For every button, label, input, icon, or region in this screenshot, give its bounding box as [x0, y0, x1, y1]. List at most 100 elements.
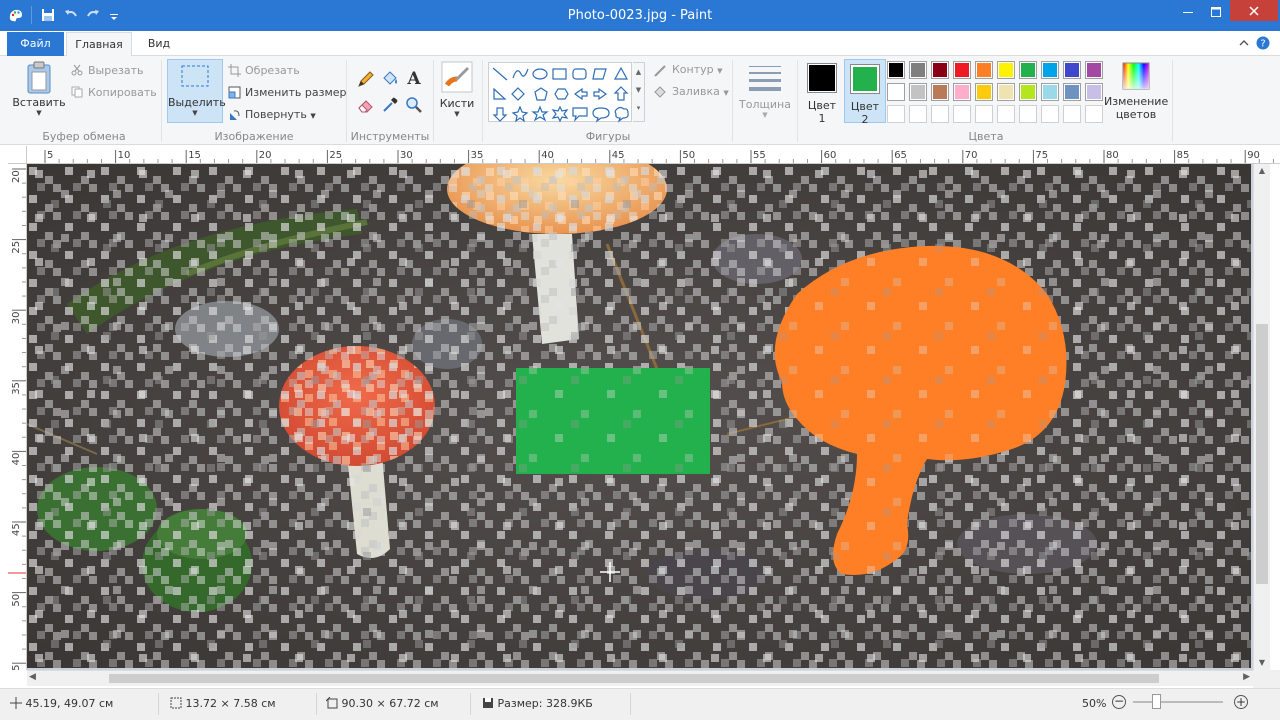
palette-swatch[interactable] [1019, 83, 1037, 101]
palette-swatch[interactable] [909, 83, 927, 101]
save-icon[interactable] [40, 7, 56, 23]
size-button[interactable]: Толщина ▼ [737, 58, 793, 124]
scroll-up-icon[interactable]: ▲ [633, 63, 644, 81]
edit-colors-button[interactable]: Изменение цветов [1104, 58, 1168, 124]
color1-label: Цвет [807, 99, 837, 112]
edit-colors-label-2: цветов [1115, 108, 1157, 121]
ruler-h-label: 45 [612, 150, 625, 161]
paste-button[interactable]: Вставить ▼ [10, 58, 68, 124]
palette-swatch[interactable] [931, 61, 949, 79]
scroll-up-arrow-icon[interactable]: ▲ [1254, 164, 1270, 178]
palette-swatch[interactable] [1019, 61, 1037, 79]
scroll-left-arrow-icon[interactable]: ◀ [29, 672, 36, 682]
select-button[interactable]: Выделить ▼ [167, 59, 226, 123]
photo-canvas[interactable] [27, 164, 1251, 668]
palette-swatch[interactable] [1085, 61, 1103, 79]
palette-swatch[interactable] [975, 83, 993, 101]
rotate-button[interactable]: Повернуть ▼ [245, 108, 316, 121]
scroll-down-icon[interactable]: ▼ [633, 81, 644, 99]
palette-swatch[interactable] [1063, 83, 1081, 101]
palette-swatch[interactable] [1085, 83, 1103, 101]
tab-file[interactable]: Файл [7, 32, 64, 56]
magnifier-icon[interactable] [405, 96, 423, 117]
palette-swatch[interactable] [887, 61, 905, 79]
palette-swatch[interactable] [909, 61, 927, 79]
copy-button[interactable]: Копировать [88, 86, 157, 99]
window-title: Photo-0023.jpg - Paint [567, 8, 713, 23]
select-dropdown-icon[interactable]: ▼ [168, 109, 222, 117]
ruler-v-label: 35 [11, 382, 22, 395]
palette-swatch[interactable] [887, 83, 905, 101]
redo-icon[interactable] [85, 7, 101, 23]
maximize-button[interactable] [1202, 2, 1230, 22]
palette-swatch[interactable] [997, 83, 1015, 101]
ruler-h-label: 70 [965, 150, 978, 161]
cut-button[interactable]: Вырезать [88, 64, 143, 77]
palette-swatch[interactable] [953, 61, 971, 79]
zoom-in-button[interactable]: + [1234, 695, 1248, 709]
horizontal-scroll-thumb[interactable] [109, 674, 1159, 683]
shapes-scroll[interactable]: ▲ ▼ ▾ [633, 62, 645, 122]
ruler-corner [8, 146, 27, 164]
zoom-slider-track[interactable] [1133, 701, 1223, 703]
status-divider [630, 693, 631, 715]
paint-app-icon[interactable] [8, 7, 24, 23]
minimize-button[interactable] [1174, 2, 1202, 22]
palette-empty-slot[interactable] [931, 105, 949, 123]
scroll-down-arrow-icon[interactable]: ▼ [1254, 656, 1270, 670]
eraser-icon[interactable] [357, 96, 375, 117]
expand-icon[interactable]: ▾ [633, 99, 644, 117]
palette-swatch[interactable] [997, 61, 1015, 79]
pencil-icon[interactable] [357, 70, 375, 91]
image-group-label: Изображение [214, 130, 294, 143]
customize-qat-icon[interactable] [106, 7, 118, 23]
text-tool-icon[interactable]: A [405, 68, 423, 91]
resize-button[interactable]: Изменить размер [245, 86, 347, 99]
palette-empty-slot[interactable] [953, 105, 971, 123]
palette-empty-slot[interactable] [1063, 105, 1081, 123]
palette-empty-slot[interactable] [1019, 105, 1037, 123]
canvas-workspace[interactable] [27, 164, 1253, 670]
palette-empty-slot[interactable] [997, 105, 1015, 123]
fill-button[interactable]: Заливка ▼ [672, 85, 729, 98]
vertical-scroll-thumb[interactable] [1256, 324, 1268, 584]
palette-swatch-fill [933, 63, 947, 77]
palette-empty-slot[interactable] [975, 105, 993, 123]
shapes-gallery[interactable] [488, 62, 632, 123]
palette-swatch[interactable] [1041, 83, 1059, 101]
tab-home[interactable]: Главная [66, 32, 132, 57]
color-picker-icon[interactable] [381, 96, 399, 117]
six-point-star-shape-icon [551, 105, 569, 123]
zoom-slider-thumb[interactable] [1152, 694, 1161, 709]
fill-bucket-icon[interactable] [381, 70, 399, 91]
palette-swatch[interactable] [953, 83, 971, 101]
shapes-group-label: Фигуры [585, 130, 631, 143]
brushes-label: Кисти [439, 97, 475, 110]
color2-button[interactable]: Цвет 2 [844, 59, 886, 126]
palette-swatch[interactable] [931, 83, 949, 101]
paste-dropdown-icon[interactable]: ▼ [10, 109, 68, 117]
undo-icon[interactable] [63, 7, 79, 23]
tab-view[interactable]: Вид [137, 32, 181, 57]
horizontal-scrollbar[interactable]: ◀ ▶ [27, 670, 1253, 686]
brushes-button[interactable]: Кисти ▼ [437, 58, 477, 124]
brushes-dropdown-icon[interactable]: ▼ [437, 110, 477, 118]
palette-empty-slot[interactable] [887, 105, 905, 123]
rotate-dropdown-icon: ▼ [310, 112, 316, 120]
palette-empty-slot[interactable] [1085, 105, 1103, 123]
scroll-right-arrow-icon[interactable]: ▶ [1243, 672, 1250, 682]
vertical-scrollbar[interactable]: ▲ ▼ [1253, 164, 1270, 670]
color1-button[interactable]: Цвет 1 [803, 58, 841, 125]
ruler-v-label: 25 [11, 241, 22, 254]
zoom-out-button[interactable]: − [1112, 695, 1126, 709]
outline-button[interactable]: Контур ▼ [672, 63, 723, 76]
palette-swatch[interactable] [1041, 61, 1059, 79]
close-button[interactable] [1230, 0, 1278, 21]
ruler-v-label: 45 [11, 523, 22, 536]
palette-swatch[interactable] [975, 61, 993, 79]
crop-button[interactable]: Обрезать [245, 64, 300, 77]
palette-empty-slot[interactable] [1041, 105, 1059, 123]
palette-swatch[interactable] [1063, 61, 1081, 79]
color1-number: 1 [818, 112, 826, 125]
palette-empty-slot[interactable] [909, 105, 927, 123]
